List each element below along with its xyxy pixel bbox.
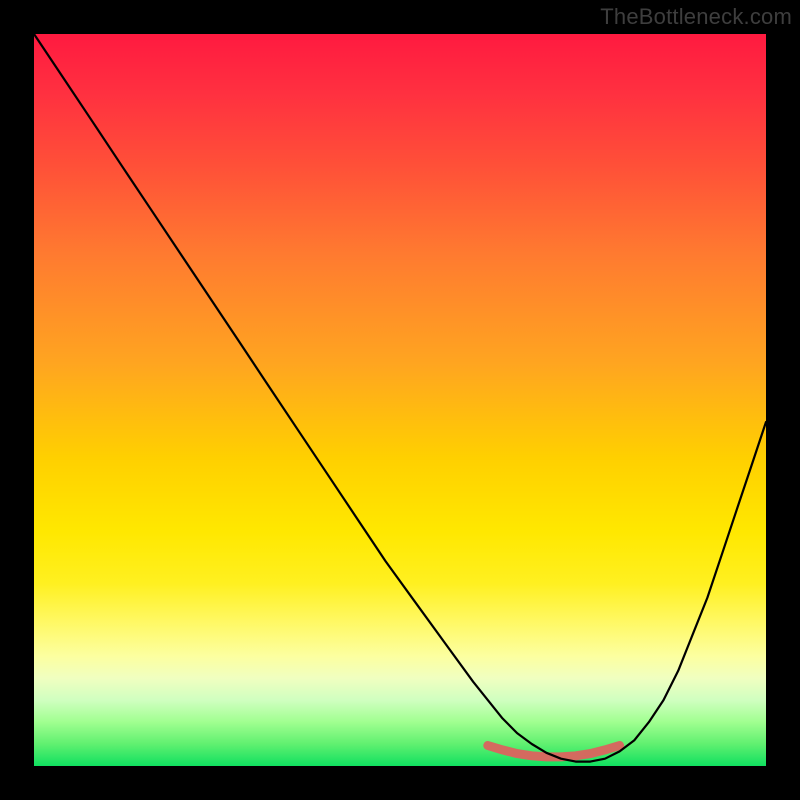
chart-frame: TheBottleneck.com [0, 0, 800, 800]
bottleneck-curve [34, 34, 766, 762]
curve-layer [0, 0, 800, 800]
